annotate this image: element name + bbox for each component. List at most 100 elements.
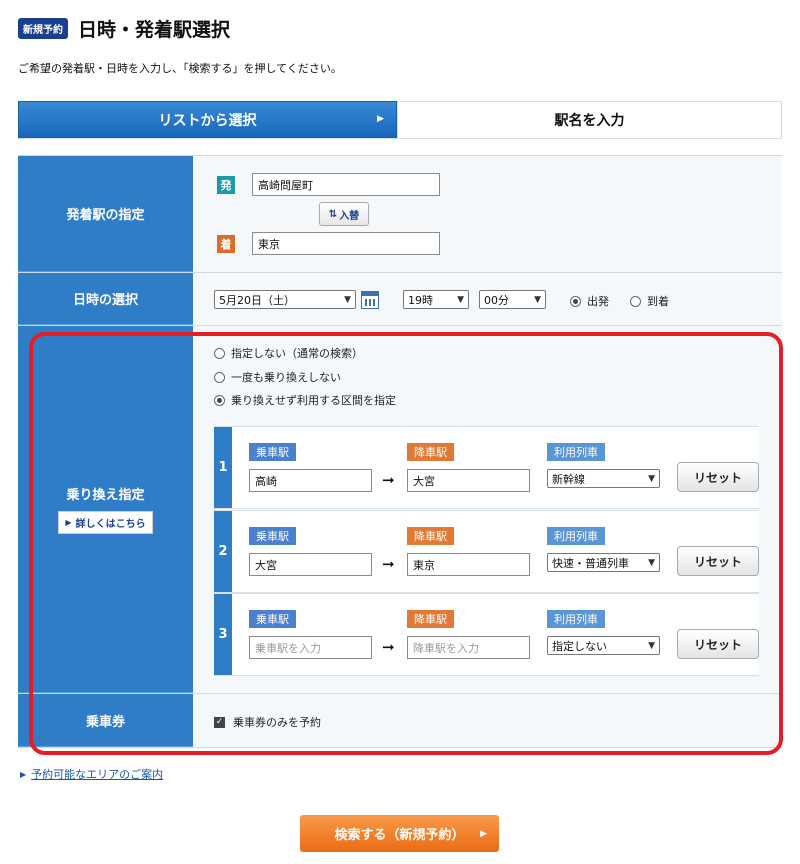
tab-enter-station-name[interactable]: 駅名を入力 (397, 101, 782, 139)
chevron-right-icon: ▶ (377, 114, 384, 124)
search-button[interactable]: 検索する（新規予約） ▶ (300, 815, 499, 852)
train-type-label: 利用列車 (547, 527, 605, 545)
swap-stations-button[interactable]: ⇅ 入替 (319, 202, 369, 226)
search-form: 発着駅の指定 発 高崎問屋町 ⇅ 入替 着 東京 日時の選択 5月20日（土） ▼… (18, 155, 782, 748)
boarding-station-label: 乗車駅 (249, 610, 296, 628)
hour-value: 19時 (408, 293, 433, 307)
area-info-link[interactable]: ▶ 予約可能なエリアのご案内 (20, 766, 163, 782)
train-type-label: 利用列車 (547, 443, 605, 461)
chevron-down-icon: ▼ (457, 294, 464, 305)
checkmark-icon: ✓ (214, 716, 225, 728)
swap-label: 入替 (339, 210, 360, 222)
alighting-station-label: 降車駅 (407, 527, 454, 545)
segment-number: 3 (214, 594, 232, 675)
radio-label: 乗り換えせず利用する区間を指定 (231, 394, 396, 407)
hour-select[interactable]: 19時 ▼ (403, 290, 469, 309)
triangle-right-icon: ▶ (65, 518, 72, 527)
chevron-down-icon: ▼ (648, 473, 655, 484)
transfer-row-label: 乗り換え指定 ▶ 詳しくはこちら (18, 326, 193, 693)
tab-label: リストから選択 (158, 112, 257, 129)
alighting-station-input[interactable]: 大宮 (407, 469, 530, 492)
tab-divider (18, 138, 782, 139)
swap-arrows-icon: ⇅ (328, 208, 338, 220)
alighting-station-label: 降車駅 (407, 610, 454, 628)
radio-indicator (570, 295, 581, 307)
departure-tag: 発 (217, 176, 235, 194)
segment-number: 2 (214, 511, 232, 592)
page-header: 新規予約 日時・発着駅選択 (18, 14, 230, 42)
new-reservation-badge: 新規予約 (18, 17, 68, 39)
train-type-select[interactable]: 指定しない ▼ (547, 636, 660, 655)
reset-button[interactable]: リセット (677, 546, 759, 576)
datetime-row-label: 日時の選択 (18, 273, 193, 325)
chevron-down-icon: ▼ (344, 294, 351, 305)
reset-button[interactable]: リセット (677, 629, 759, 659)
input-mode-tabs: リストから選択 ▶ 駅名を入力 (18, 101, 782, 139)
train-type-value: 快速・普通列車 (552, 556, 629, 570)
date-value: 5月20日（土） (219, 293, 295, 307)
datetime-row: 日時の選択 5月20日（土） ▼ 19時 ▼ 00分 ▼ 出発 到着 (18, 273, 782, 326)
departure-station-input[interactable]: 高崎問屋町 (252, 173, 440, 196)
radio-indicator (214, 347, 225, 359)
ticket-row-label: 乗車券 (18, 694, 193, 747)
transfer-details-button[interactable]: ▶ 詳しくはこちら (58, 511, 153, 534)
transfer-segment-3: 3 乗車駅 降車駅 利用列車 乗車駅を入力 ➞ 降車駅を入力 指定しない ▼ リセ… (214, 593, 759, 676)
radio-indicator (214, 371, 225, 383)
departure-radio[interactable]: 出発 (570, 293, 609, 309)
train-type-label: 利用列車 (547, 610, 605, 628)
transfer-segment-2: 2 乗車駅 降車駅 利用列車 大宮 ➞ 東京 快速・普通列車 ▼ リセット (214, 510, 759, 593)
page-subtitle: ご希望の発着駅・日時を入力し、「検索する」を押してください。 (18, 62, 342, 75)
ticket-row-body: ✓ 乗車券のみを予約 (193, 694, 782, 747)
date-select[interactable]: 5月20日（土） ▼ (214, 290, 356, 309)
arrow-right-icon: ➞ (382, 471, 395, 489)
station-row-body: 発 高崎問屋町 ⇅ 入替 着 東京 (193, 156, 782, 272)
radio-label: 指定しない（通常の検索） (231, 347, 363, 360)
transfer-option-no-transfer[interactable]: 一度も乗り換えしない (214, 369, 341, 385)
train-type-value: 新幹線 (552, 472, 585, 486)
details-label: 詳しくはこちら (75, 519, 146, 530)
chevron-down-icon: ▼ (534, 294, 541, 305)
chevron-right-icon: ▶ (480, 828, 487, 839)
boarding-station-input[interactable]: 乗車駅を入力 (249, 636, 372, 659)
transfer-label: 乗り換え指定 (66, 488, 145, 503)
alighting-station-label: 降車駅 (407, 443, 454, 461)
radio-label: 一度も乗り換えしない (231, 371, 341, 384)
minute-value: 00分 (484, 293, 509, 307)
boarding-station-label: 乗車駅 (249, 443, 296, 461)
boarding-station-label: 乗車駅 (249, 527, 296, 545)
alighting-station-input[interactable]: 降車駅を入力 (407, 636, 530, 659)
boarding-station-input[interactable]: 大宮 (249, 553, 372, 576)
datetime-row-body: 5月20日（土） ▼ 19時 ▼ 00分 ▼ 出発 到着 (193, 273, 782, 325)
triangle-right-icon: ▶ (20, 769, 27, 779)
arrival-station-input[interactable]: 東京 (252, 232, 440, 255)
transfer-option-none[interactable]: 指定しない（通常の検索） (214, 345, 363, 361)
transfer-option-specify[interactable]: 乗り換えせず利用する区間を指定 (214, 392, 396, 408)
train-type-select[interactable]: 快速・普通列車 ▼ (547, 553, 660, 572)
transfer-row-body: 指定しない（通常の検索） 一度も乗り換えしない 乗り換えせず利用する区間を指定 … (193, 326, 782, 693)
reset-button[interactable]: リセット (677, 462, 759, 492)
radio-indicator (630, 295, 641, 307)
checkbox-label: 乗車券のみを予約 (233, 716, 321, 729)
station-row: 発着駅の指定 発 高崎問屋町 ⇅ 入替 着 東京 (18, 156, 782, 273)
alighting-station-input[interactable]: 東京 (407, 553, 530, 576)
radio-indicator (214, 394, 225, 406)
page-title: 日時・発着駅選択 (78, 18, 231, 41)
arrow-right-icon: ➞ (382, 638, 395, 656)
minute-select[interactable]: 00分 ▼ (479, 290, 546, 309)
ticket-row: 乗車券 ✓ 乗車券のみを予約 (18, 694, 782, 748)
arrow-right-icon: ➞ (382, 555, 395, 573)
radio-label: 到着 (647, 295, 669, 308)
calendar-icon[interactable] (361, 291, 379, 309)
boarding-station-input[interactable]: 高崎 (249, 469, 372, 492)
train-type-value: 指定しない (552, 639, 607, 653)
link-text: 予約可能なエリアのご案内 (31, 768, 164, 781)
transfer-row: 乗り換え指定 ▶ 詳しくはこちら 指定しない（通常の検索） 一度も乗り換えしない… (18, 326, 782, 694)
ticket-only-checkbox[interactable]: ✓ 乗車券のみを予約 (214, 714, 321, 730)
search-button-label: 検索する（新規予約） (334, 828, 465, 843)
train-type-select[interactable]: 新幹線 ▼ (547, 469, 660, 488)
chevron-down-icon: ▼ (648, 640, 655, 651)
transfer-segment-1: 1 乗車駅 降車駅 利用列車 高崎 ➞ 大宮 新幹線 ▼ リセット (214, 426, 759, 509)
tab-select-from-list[interactable]: リストから選択 ▶ (18, 101, 397, 138)
arrival-radio[interactable]: 到着 (630, 293, 669, 309)
station-row-label: 発着駅の指定 (18, 156, 193, 272)
